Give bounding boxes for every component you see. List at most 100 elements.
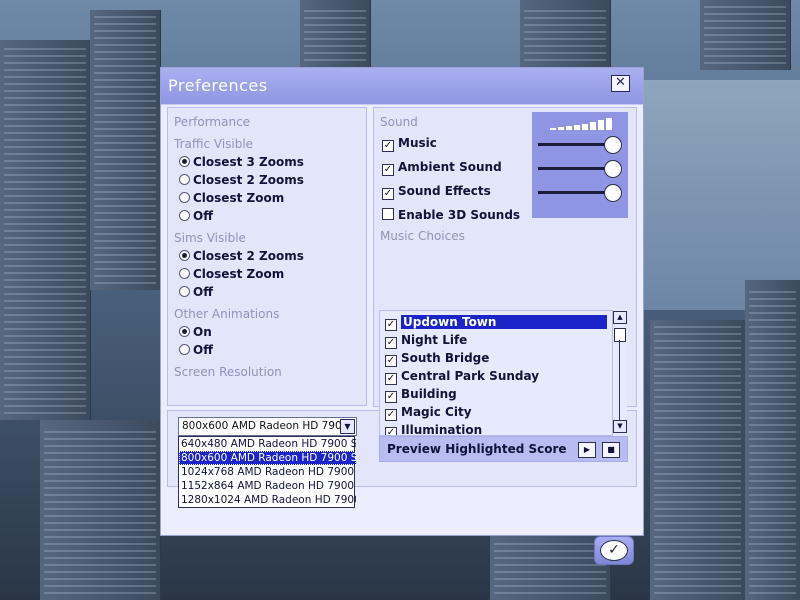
screen-resolution-header: Screen Resolution (174, 365, 282, 379)
checkbox-icon (382, 208, 394, 220)
radio-icon (179, 192, 190, 203)
building (90, 10, 161, 290)
close-icon: ✕ (615, 75, 626, 90)
volume-level-icon (550, 118, 612, 130)
music-choices-list: ✓ Updown Town ✓ Night Life ✓ South Bridge ✓… (379, 310, 613, 436)
list-item[interactable]: ✓ Magic City (385, 405, 472, 423)
music-list-scrollbar[interactable]: ▲ ▼ (612, 310, 627, 434)
track-label: Central Park Sunday (401, 369, 540, 383)
animations-option-on[interactable]: On (179, 325, 212, 339)
traffic-option-off[interactable]: Off (179, 209, 213, 223)
track-label: Magic City (401, 405, 472, 419)
ok-button[interactable]: ✓ (594, 536, 634, 565)
option-label: Off (193, 343, 213, 357)
scroll-up-button[interactable]: ▲ (613, 311, 627, 324)
preview-bar: Preview Highlighted Score ▶ ■ (379, 436, 628, 462)
checkbox-label: Sound Effects (398, 184, 491, 198)
checkbox-label: Ambient Sound (398, 160, 502, 174)
traffic-option-closest-zoom[interactable]: Closest Zoom (179, 191, 284, 205)
checkbox-icon[interactable]: ✓ (385, 355, 397, 367)
track-label: Updown Town (401, 315, 607, 329)
effects-volume-knob[interactable] (604, 184, 622, 202)
music-checkbox[interactable]: ✓ Music (382, 136, 437, 152)
checkbox-icon[interactable]: ✓ (385, 337, 397, 349)
checkbox-icon: ✓ (382, 140, 394, 152)
checkbox-icon[interactable]: ✓ (385, 409, 397, 421)
resolution-option[interactable]: 1280x1024 AMD Radeon HD 7900 (179, 493, 356, 507)
option-label: Closest 2 Zooms (193, 249, 304, 263)
resolution-option[interactable]: 1152x864 AMD Radeon HD 7900 S (179, 479, 356, 493)
harbor-water (620, 80, 800, 310)
building (520, 0, 611, 67)
scroll-thumb[interactable] (614, 328, 626, 342)
option-label: On (193, 325, 212, 339)
sound-effects-checkbox[interactable]: ✓ Sound Effects (382, 184, 491, 200)
option-label: Closest 2 Zooms (193, 173, 304, 187)
traffic-option-closest-2[interactable]: Closest 2 Zooms (179, 173, 304, 187)
option-label: Closest 3 Zooms (193, 155, 304, 169)
music-volume-knob[interactable] (604, 136, 622, 154)
other-animations-header: Other Animations (174, 307, 280, 321)
stop-button[interactable]: ■ (602, 442, 620, 458)
radio-icon (179, 210, 190, 221)
sims-visible-header: Sims Visible (174, 231, 246, 245)
volume-panel (532, 112, 628, 218)
building (745, 280, 800, 600)
sims-option-closest-zoom[interactable]: Closest Zoom (179, 267, 284, 281)
play-button[interactable]: ▶ (578, 442, 596, 458)
checkmark-icon: ✓ (600, 540, 628, 561)
list-item[interactable]: ✓ South Bridge (385, 351, 489, 369)
checkbox-icon[interactable]: ✓ (385, 319, 397, 331)
traffic-option-closest-3[interactable]: Closest 3 Zooms (179, 155, 304, 169)
screen-resolution-select[interactable]: 800x600 AMD Radeon HD 790 ▼ (178, 417, 357, 436)
radio-icon (179, 156, 190, 167)
checkbox-icon[interactable]: ✓ (385, 373, 397, 385)
music-volume-track[interactable] (538, 143, 614, 146)
track-label: Building (401, 387, 457, 401)
ambient-volume-track[interactable] (538, 167, 614, 170)
radio-icon (179, 344, 190, 355)
dialog-body: Performance Traffic Visible Closest 3 Zo… (161, 105, 643, 565)
preview-highlighted-score-label: Preview Highlighted Score (387, 442, 567, 456)
resolution-option[interactable]: 1024x768 AMD Radeon HD 7900 S (179, 465, 356, 479)
close-button[interactable]: ✕ (611, 75, 630, 92)
track-label: Night Life (401, 333, 468, 347)
list-item[interactable]: ✓ Building (385, 387, 457, 405)
checkbox-icon: ✓ (382, 164, 394, 176)
arrow-down-icon: ▼ (617, 422, 623, 430)
building (650, 320, 746, 600)
preferences-dialog: Preferences ✕ Performance Traffic Visibl… (160, 67, 644, 565)
resolution-dropdown-list: 640x480 AMD Radeon HD 7900 S 800x600 AMD… (178, 436, 356, 508)
checkbox-icon[interactable]: ✓ (385, 427, 397, 435)
arrow-up-icon: ▲ (617, 313, 623, 321)
sims-option-closest-2[interactable]: Closest 2 Zooms (179, 249, 304, 263)
resolution-option[interactable]: 800x600 AMD Radeon HD 7900 S (179, 451, 356, 465)
option-label: Off (193, 285, 213, 299)
ambient-sound-checkbox[interactable]: ✓ Ambient Sound (382, 160, 502, 176)
list-item[interactable]: ✓ Illumination (385, 423, 482, 435)
track-label: Illumination (401, 423, 483, 435)
radio-icon (179, 250, 190, 261)
chevron-down-icon[interactable]: ▼ (340, 419, 355, 434)
list-item[interactable]: ✓ Updown Town (385, 315, 607, 333)
scroll-track[interactable] (619, 340, 620, 420)
building (300, 0, 371, 67)
resolution-option[interactable]: 640x480 AMD Radeon HD 7900 S (179, 437, 356, 451)
animations-option-off[interactable]: Off (179, 343, 213, 357)
selected-resolution: 800x600 AMD Radeon HD 790 (182, 420, 342, 432)
title-bar: Preferences ✕ (161, 68, 643, 105)
effects-volume-track[interactable] (538, 191, 614, 194)
scroll-down-button[interactable]: ▼ (613, 420, 627, 433)
radio-icon (179, 174, 190, 185)
sims-option-off[interactable]: Off (179, 285, 213, 299)
ambient-volume-knob[interactable] (604, 160, 622, 178)
checkbox-icon[interactable]: ✓ (385, 391, 397, 403)
performance-header: Performance (174, 115, 251, 129)
stop-icon: ■ (607, 445, 615, 454)
enable-3d-sounds-checkbox[interactable]: Enable 3D Sounds (382, 208, 520, 222)
option-label: Closest Zoom (193, 191, 285, 205)
list-item[interactable]: ✓ Central Park Sunday (385, 369, 539, 387)
list-item[interactable]: ✓ Night Life (385, 333, 467, 351)
radio-icon (179, 268, 190, 279)
building (490, 535, 611, 600)
